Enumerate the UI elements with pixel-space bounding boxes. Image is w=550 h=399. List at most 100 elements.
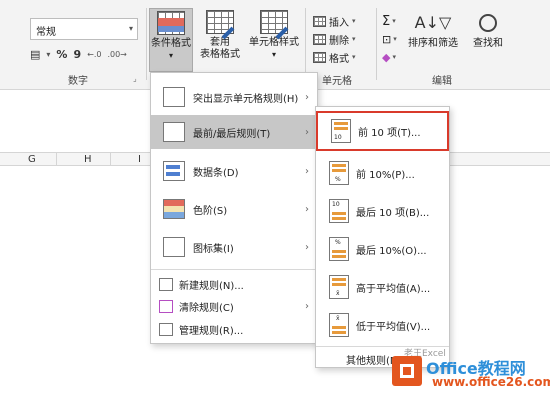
menu-item-label: 前 10 项(T)... <box>358 127 421 139</box>
format-button[interactable]: 格式 ▾ <box>313 48 356 66</box>
autosum-button[interactable]: Σ ▾ <box>382 12 397 30</box>
icon-caption: % <box>335 239 341 246</box>
highlight-rules-icon <box>163 87 185 107</box>
column-header-g[interactable]: G <box>28 154 36 165</box>
chevron-down-icon: ▾ <box>352 35 356 43</box>
top-bottom-rules-icon <box>163 122 185 142</box>
number-format-select[interactable]: 常规 ▾ <box>30 18 138 40</box>
format-table-label-2: 表格格式 <box>200 49 240 60</box>
cells-group-label: 单元格 <box>322 76 352 87</box>
chevron-right-icon: › <box>305 165 309 177</box>
delete-cells-icon <box>313 33 326 45</box>
highlight-cells-rules-item[interactable]: 突出显示单元格规则(H) › <box>151 79 317 115</box>
color-scales-icon <box>163 199 185 219</box>
above-average-item[interactable]: x̄ 高于平均值(A)... <box>316 269 449 305</box>
format-cells-icon <box>313 51 326 63</box>
below-average-item[interactable]: x̄ 低于平均值(V)... <box>316 307 449 343</box>
menu-item-label: 最前/最后规则(T) <box>193 128 271 140</box>
cell-styles-button[interactable]: 单元格样式 ▾ <box>248 8 300 72</box>
new-rule-item[interactable]: 新建规则(N)... <box>151 273 317 295</box>
top-percent-icon: % <box>329 161 349 185</box>
data-bars-icon <box>163 161 185 181</box>
fill-button[interactable]: ⊡ ▾ <box>382 30 397 48</box>
chevron-down-icon: ▾ <box>393 35 397 43</box>
cell-styles-icon <box>260 10 289 40</box>
find-label: 查找和 <box>473 38 503 49</box>
dialog-launcher-icon[interactable]: ⌟ <box>133 74 137 83</box>
icon-caption: 10 <box>334 134 342 141</box>
manage-rules-icon <box>159 322 173 336</box>
menu-item-label: 低于平均值(V)... <box>356 321 431 333</box>
new-rule-icon <box>159 277 173 291</box>
bottom-10-items-item[interactable]: 10 最后 10 项(B)... <box>316 193 449 229</box>
chevron-down-icon: ▾ <box>128 24 133 33</box>
menu-item-label: 前 10%(P)... <box>356 169 415 181</box>
group-divider <box>305 8 306 80</box>
conditional-formatting-button[interactable]: 条件格式 ▾ <box>149 8 193 72</box>
chevron-down-icon: ▾ <box>46 49 51 59</box>
manage-rules-item[interactable]: 管理规则(R)... <box>151 318 317 340</box>
accounting-format-icon[interactable]: ▤ <box>30 48 40 61</box>
number-group-label: 数字 <box>68 76 88 87</box>
sort-filter-label: 排序和筛选 <box>408 38 458 49</box>
chevron-right-icon: › <box>305 300 309 312</box>
column-header-i[interactable]: I <box>138 154 141 165</box>
chevron-down-icon: ▾ <box>392 53 396 61</box>
chevron-down-icon: ▾ <box>271 50 276 59</box>
format-table-label-1: 套用 <box>210 37 230 48</box>
top-bottom-submenu: 10 前 10 项(T)... % 前 10%(P)... 10 最后 10 项… <box>315 106 450 368</box>
chevron-right-icon: › <box>305 91 309 103</box>
menu-item-label: 最后 10%(O)... <box>356 245 427 257</box>
percent-style-button[interactable]: % <box>56 48 67 61</box>
clear-rules-icon <box>159 299 173 313</box>
top-10-icon: 10 <box>331 119 351 143</box>
menu-item-label: 图标集(I) <box>193 243 234 255</box>
below-average-icon: x̄ <box>329 313 349 337</box>
top-bottom-rules-item[interactable]: 最前/最后规则(T) › <box>151 115 317 149</box>
sort-filter-button[interactable]: A↓▽ 排序和筛选 <box>405 8 461 50</box>
increase-decimal-icon[interactable]: ←.0 <box>87 50 101 59</box>
chevron-down-icon: ▾ <box>352 17 356 25</box>
number-format-value: 常规 <box>36 27 56 38</box>
office-logo-icon <box>392 356 422 386</box>
top-10-items-item[interactable]: 10 前 10 项(T)... <box>316 111 449 151</box>
icon-caption: 10 <box>332 201 340 208</box>
bottom-percent-icon: % <box>329 237 349 261</box>
bottom-10-percent-item[interactable]: % 最后 10%(O)... <box>316 231 449 267</box>
column-header-h[interactable]: H <box>84 154 92 165</box>
cell-styles-label: 单元格样式 <box>249 37 299 48</box>
menu-item-label: 色阶(S) <box>193 205 228 217</box>
conditional-formatting-menu: 突出显示单元格规则(H) › 最前/最后规则(T) › 数据条(D) › 色阶(… <box>150 72 318 344</box>
insert-button[interactable]: 插入 ▾ <box>313 12 356 30</box>
clear-button[interactable]: ◆ ▾ <box>382 48 397 66</box>
top-10-percent-item[interactable]: % 前 10%(P)... <box>316 155 449 191</box>
format-as-table-button[interactable]: 套用 表格格式 <box>198 8 242 72</box>
menu-item-label: 数据条(D) <box>193 167 239 179</box>
clear-rules-item[interactable]: 清除规则(C) › <box>151 295 317 317</box>
icon-sets-icon <box>163 237 185 257</box>
above-average-icon: x̄ <box>329 275 349 299</box>
delete-button[interactable]: 删除 ▾ <box>313 30 356 48</box>
insert-cells-icon <box>313 15 326 27</box>
menu-separator <box>151 269 317 270</box>
data-bars-item[interactable]: 数据条(D) › <box>151 153 317 189</box>
icon-sets-item[interactable]: 图标集(I) › <box>151 229 317 265</box>
table-format-icon <box>206 10 235 40</box>
chevron-down-icon: ▾ <box>352 53 356 61</box>
menu-item-label: 高于平均值(A)... <box>356 283 431 295</box>
decrease-decimal-icon[interactable]: .00→ <box>107 50 126 59</box>
format-label: 格式 <box>329 53 349 65</box>
comma-style-button[interactable]: 9 <box>73 48 81 61</box>
chevron-down-icon: ▾ <box>392 17 396 25</box>
find-select-button[interactable]: 查找和 <box>468 8 508 50</box>
group-divider <box>376 8 377 80</box>
fill-down-icon: ⊡ <box>382 32 392 46</box>
column-divider <box>110 152 111 166</box>
column-divider <box>56 152 57 166</box>
chevron-right-icon: › <box>305 203 309 215</box>
color-scales-item[interactable]: 色阶(S) › <box>151 191 317 227</box>
delete-label: 删除 <box>329 35 349 47</box>
group-divider <box>146 8 147 80</box>
icon-caption: x̄ <box>336 290 340 297</box>
conditional-formatting-icon <box>157 11 185 35</box>
